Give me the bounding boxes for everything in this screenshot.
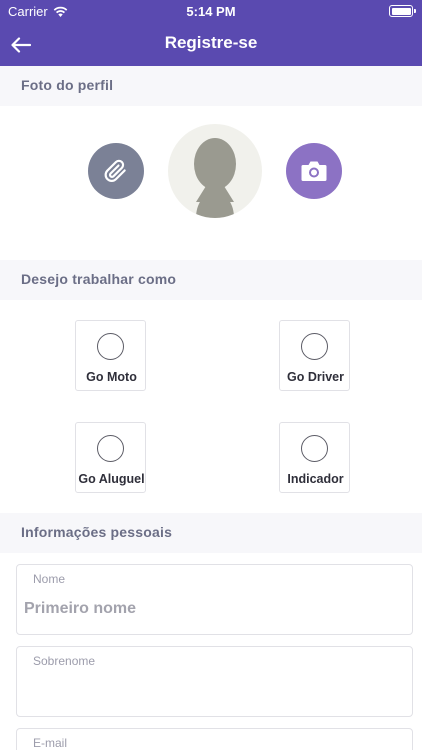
last-name-input[interactable] bbox=[24, 678, 404, 704]
section-header-personal-info: Informações pessoais bbox=[0, 513, 422, 553]
option-go-driver[interactable]: Go Driver bbox=[279, 320, 350, 391]
email-field[interactable]: E-mail bbox=[16, 728, 413, 750]
section-title: Informações pessoais bbox=[21, 524, 173, 540]
status-time: 5:14 PM bbox=[186, 4, 236, 19]
section-header-work-type: Desejo trabalhar como bbox=[0, 260, 422, 300]
field-label: Sobrenome bbox=[33, 654, 96, 668]
status-bar: Carrier 5:14 PM bbox=[0, 0, 422, 24]
option-label: Go Aluguel bbox=[78, 472, 145, 486]
field-label: E-mail bbox=[33, 736, 68, 750]
camera-icon bbox=[301, 161, 327, 181]
first-name-field[interactable]: Nome bbox=[16, 564, 413, 635]
radio-button[interactable] bbox=[301, 333, 328, 360]
section-title: Desejo trabalhar como bbox=[21, 271, 177, 287]
radio-button[interactable] bbox=[301, 435, 328, 462]
radio-button[interactable] bbox=[97, 333, 124, 360]
take-photo-button[interactable] bbox=[286, 143, 342, 199]
last-name-field[interactable]: Sobrenome bbox=[16, 646, 413, 717]
section-title: Foto do perfil bbox=[21, 77, 114, 93]
option-go-moto[interactable]: Go Moto bbox=[75, 320, 146, 391]
first-name-input[interactable] bbox=[24, 596, 404, 622]
field-label: Nome bbox=[33, 572, 66, 586]
option-label: Indicador bbox=[287, 472, 344, 486]
option-indicador[interactable]: Indicador bbox=[279, 422, 350, 493]
section-header-profile-photo: Foto do perfil bbox=[0, 66, 422, 106]
option-go-aluguel[interactable]: Go Aluguel bbox=[75, 422, 146, 493]
radio-button[interactable] bbox=[97, 435, 124, 462]
profile-avatar bbox=[168, 124, 262, 218]
navigation-bar: Registre-se bbox=[0, 24, 422, 66]
option-label: Go Driver bbox=[287, 370, 344, 384]
person-silhouette-icon bbox=[194, 138, 236, 218]
page-title: Registre-se bbox=[164, 33, 258, 52]
paperclip-icon bbox=[104, 159, 126, 182]
option-label: Go Moto bbox=[86, 370, 137, 384]
attach-photo-button[interactable] bbox=[88, 143, 144, 199]
battery-icon bbox=[389, 5, 416, 17]
app-header: Carrier 5:14 PM Registre-se bbox=[0, 0, 422, 66]
